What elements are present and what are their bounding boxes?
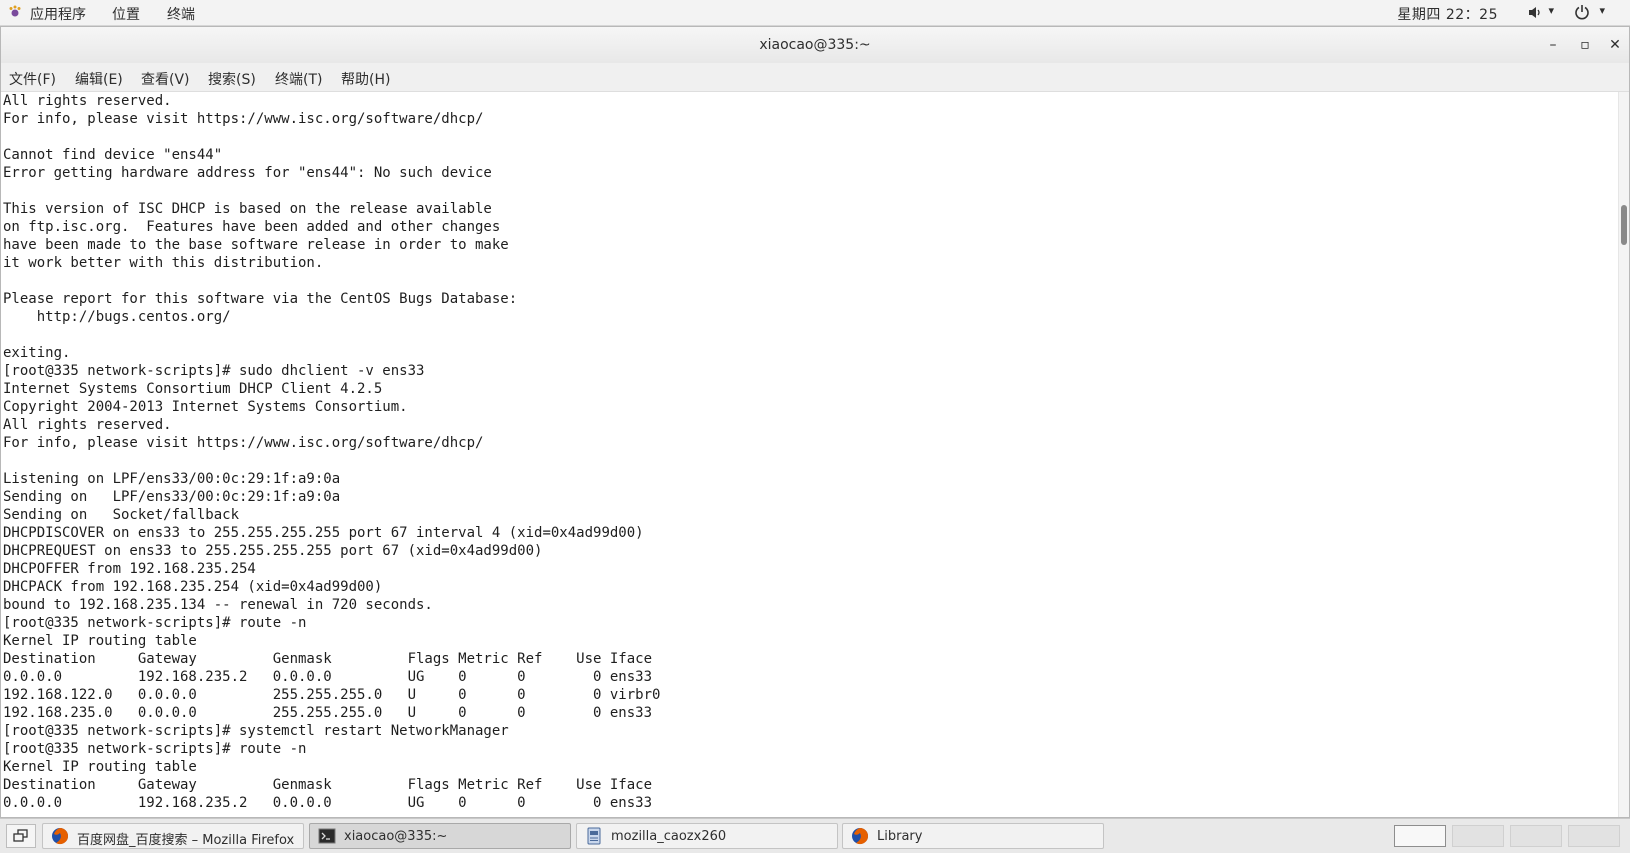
task-label: 百度网盘_百度搜索 – Mozilla Firefox bbox=[77, 833, 295, 848]
terminal-text: All rights reserved. For info, please vi… bbox=[3, 93, 661, 811]
close-button[interactable]: ✕ bbox=[1605, 35, 1625, 55]
applications-menu[interactable]: 应用程序 bbox=[30, 4, 86, 24]
places-menu[interactable]: 位置 bbox=[112, 4, 140, 24]
menu-edit[interactable]: 编辑(E) bbox=[75, 69, 123, 89]
menu-help[interactable]: 帮助(H) bbox=[341, 69, 390, 89]
workspace-4[interactable] bbox=[1568, 825, 1620, 847]
task-firefox-library[interactable]: Library bbox=[842, 823, 1104, 849]
task-label: xiaocao@335:~ bbox=[344, 829, 448, 844]
top-panel: 应用程序 位置 终端 星期四 22：25 ▾ ▾ bbox=[0, 0, 1630, 26]
terminal-output[interactable]: All rights reserved. For info, please vi… bbox=[1, 92, 1619, 817]
task-file-manager[interactable]: mozilla_caozx260 bbox=[576, 823, 838, 849]
scrollbar[interactable] bbox=[1618, 92, 1629, 817]
task-terminal[interactable]: xiaocao@335:~ bbox=[309, 823, 571, 849]
menu-bar: 文件(F) 编辑(E) 查看(V) 搜索(S) 终端(T) 帮助(H) bbox=[1, 63, 1629, 92]
apps-foot-icon[interactable] bbox=[8, 5, 22, 19]
terminal-window: xiaocao@335:~ – ▫ ✕ 文件(F) 编辑(E) 查看(V) 搜索… bbox=[0, 26, 1630, 818]
clock[interactable]: 星期四 22：25 bbox=[1397, 4, 1498, 24]
maximize-button[interactable]: ▫ bbox=[1575, 35, 1595, 55]
workspace-3[interactable] bbox=[1510, 825, 1562, 847]
power-icon[interactable] bbox=[1574, 4, 1590, 20]
task-label: Library bbox=[877, 829, 923, 844]
window-titlebar[interactable]: xiaocao@335:~ – ▫ ✕ bbox=[1, 27, 1629, 64]
workspace-1[interactable] bbox=[1394, 825, 1446, 847]
menu-terminal[interactable]: 终端(T) bbox=[275, 69, 322, 89]
volume-chevron-down-icon[interactable]: ▾ bbox=[1548, 4, 1554, 17]
task-firefox-baidu[interactable]: 百度网盘_百度搜索 – Mozilla Firefox bbox=[42, 823, 304, 849]
menu-file[interactable]: 文件(F) bbox=[9, 69, 56, 89]
task-label: mozilla_caozx260 bbox=[611, 829, 727, 844]
taskbar: 百度网盘_百度搜索 – Mozilla Firefox xiaocao@335:… bbox=[0, 818, 1630, 853]
show-desktop-button[interactable] bbox=[6, 824, 36, 848]
file-manager-icon bbox=[587, 827, 601, 845]
terminal-app-menu[interactable]: 终端 bbox=[167, 4, 195, 24]
firefox-icon bbox=[852, 828, 869, 845]
menu-search[interactable]: 搜索(S) bbox=[208, 69, 256, 89]
volume-icon[interactable] bbox=[1528, 6, 1542, 19]
menu-view[interactable]: 查看(V) bbox=[141, 69, 190, 89]
minimize-button[interactable]: – bbox=[1543, 35, 1563, 55]
power-chevron-down-icon[interactable]: ▾ bbox=[1599, 4, 1605, 17]
firefox-icon bbox=[52, 828, 69, 845]
scrollbar-thumb[interactable] bbox=[1621, 205, 1627, 245]
window-title: xiaocao@335:~ bbox=[759, 37, 871, 53]
workspace-2[interactable] bbox=[1452, 825, 1504, 847]
terminal-icon bbox=[318, 828, 336, 844]
windows-stack-icon bbox=[13, 829, 28, 842]
